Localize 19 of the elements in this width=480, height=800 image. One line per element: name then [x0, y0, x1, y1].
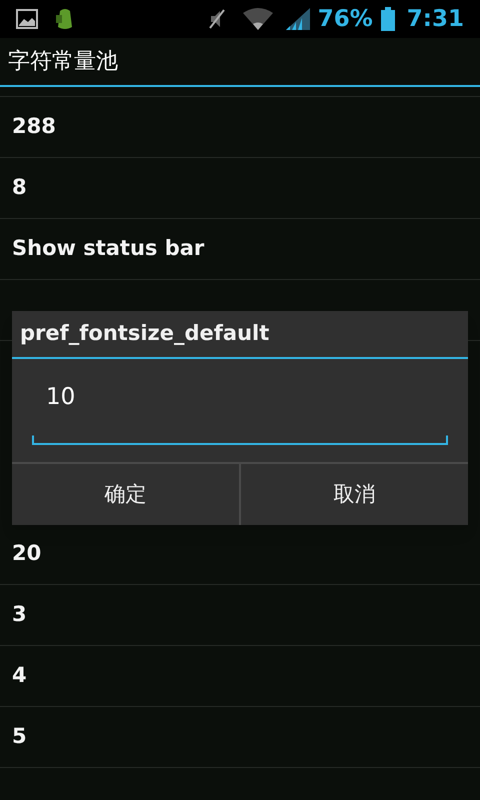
- dialog-button[interactable]: 取消: [239, 464, 468, 525]
- action-bar-title: 字符常量池: [8, 48, 118, 76]
- battery-percent: 76%: [318, 4, 373, 34]
- list-item-text: 5: [12, 723, 27, 750]
- picture-notification-icon: [16, 9, 38, 29]
- list-item-text: Show status bar: [12, 235, 204, 262]
- battery-icon: [380, 7, 395, 31]
- clock: 7:31: [406, 4, 464, 34]
- input-field[interactable]: 10: [46, 379, 434, 415]
- list-item-text: 3: [12, 601, 27, 628]
- list-item-text: 4: [12, 662, 27, 690]
- dialog-button[interactable]: 确定: [12, 464, 239, 525]
- wifi-icon: [242, 7, 274, 31]
- list-item-text: 288: [12, 113, 56, 140]
- signal-icon: [286, 8, 310, 30]
- dialog-title: pref_fontsize_default: [20, 320, 270, 348]
- list-item-text: 8: [12, 174, 27, 202]
- list-item-text: 20: [12, 540, 42, 568]
- muted-speaker-icon: [208, 8, 226, 30]
